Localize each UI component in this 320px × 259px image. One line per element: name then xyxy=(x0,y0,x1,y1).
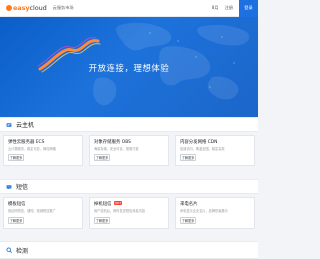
hero-title: 开放连接，理想体验 xyxy=(88,63,170,73)
product-card[interactable]: 对象存储服务 OBS 海量存储，安全可靠，按需付费 了解更多 xyxy=(89,135,169,166)
detection-icon xyxy=(6,247,12,253)
card-title-text: 掉机短信 xyxy=(94,202,112,207)
card-title: 掉机短信 HOT xyxy=(94,201,123,207)
card-row-sms: 模板短信 验证码短信、通知、营销短信推广 了解更多 掉机短信 HOT 用户挂机后，… xyxy=(0,194,258,232)
card-description: 加速访问，覆盖全国，稳定高效 xyxy=(180,147,225,151)
card-title: 来电名片 xyxy=(180,202,198,207)
product-card[interactable]: 内容分发网络 CDN 加速访问，覆盖全国，稳定高效 了解更多 xyxy=(175,135,255,166)
section-header-sms: 短信 xyxy=(0,179,258,194)
product-card[interactable]: 掉机短信 HOT 用户挂机后，即时发送短信消息内容 了解更多 xyxy=(89,197,169,229)
product-card[interactable]: 弹性云服务器 ECS 云计算服务，稳定可靠，弹性伸缩 了解更多 xyxy=(3,135,83,166)
learn-more-button[interactable]: 了解更多 xyxy=(180,154,196,161)
card-row-cloud-host: 弹性云服务器 ECS 云计算服务，稳定可靠，弹性伸缩 了解更多 对象存储服务 O… xyxy=(0,132,258,168)
product-card[interactable]: 模板短信 验证码短信、通知、营销短信推广 了解更多 xyxy=(3,197,83,229)
card-description: 来电显示企业名片，品牌形象展示 xyxy=(180,209,228,213)
page: easycloud 云服务市场 8月 注册 登录 开放连接，理想体验 云主机 弹… xyxy=(0,0,258,259)
learn-more-button[interactable]: 了解更多 xyxy=(94,154,110,161)
section-header-cloud-host: 云主机 xyxy=(0,117,258,132)
product-card[interactable]: 来电名片 来电显示企业名片，品牌形象展示 了解更多 xyxy=(175,197,255,229)
section-title: 云主机 xyxy=(16,122,35,129)
section-title: 检测 xyxy=(16,247,29,255)
hot-badge: HOT xyxy=(113,201,123,205)
hero-banner: 开放连接，理想体验 xyxy=(0,17,258,117)
card-description: 海量存储，安全可靠，按需付费 xyxy=(94,147,139,151)
card-title: 内容分发网络 CDN xyxy=(180,140,218,145)
learn-more-button[interactable]: 了解更多 xyxy=(180,217,196,224)
brand-subtitle: 云服务市场 xyxy=(52,5,74,10)
section-header-detection: 检测 xyxy=(0,241,258,259)
card-description: 用户挂机后，即时发送短信消息内容 xyxy=(94,209,145,213)
learn-more-button[interactable]: 了解更多 xyxy=(8,154,24,161)
section-title: 短信 xyxy=(16,184,29,191)
top-nav: easycloud 云服务市场 8月 注册 登录 xyxy=(0,0,258,17)
logo-text: easycloud xyxy=(13,4,47,12)
card-description: 云计算服务，稳定可靠，弹性伸缩 xyxy=(8,147,56,151)
cloud-server-icon xyxy=(6,122,12,127)
login-button[interactable]: 登录 xyxy=(239,0,258,17)
logo[interactable]: easycloud xyxy=(6,0,47,17)
register-link[interactable]: 注册 xyxy=(225,5,233,11)
learn-more-button[interactable]: 了解更多 xyxy=(8,217,24,224)
card-title: 模板短信 xyxy=(8,202,26,207)
card-description: 验证码短信、通知、营销短信推广 xyxy=(8,209,56,213)
card-title: 弹性云服务器 ECS xyxy=(8,140,45,145)
sms-icon xyxy=(6,184,12,189)
logo-mark-icon xyxy=(6,5,12,11)
card-title: 对象存储服务 OBS xyxy=(94,140,131,145)
learn-more-button[interactable]: 了解更多 xyxy=(94,217,110,224)
header-link-month[interactable]: 8月 xyxy=(212,5,219,11)
